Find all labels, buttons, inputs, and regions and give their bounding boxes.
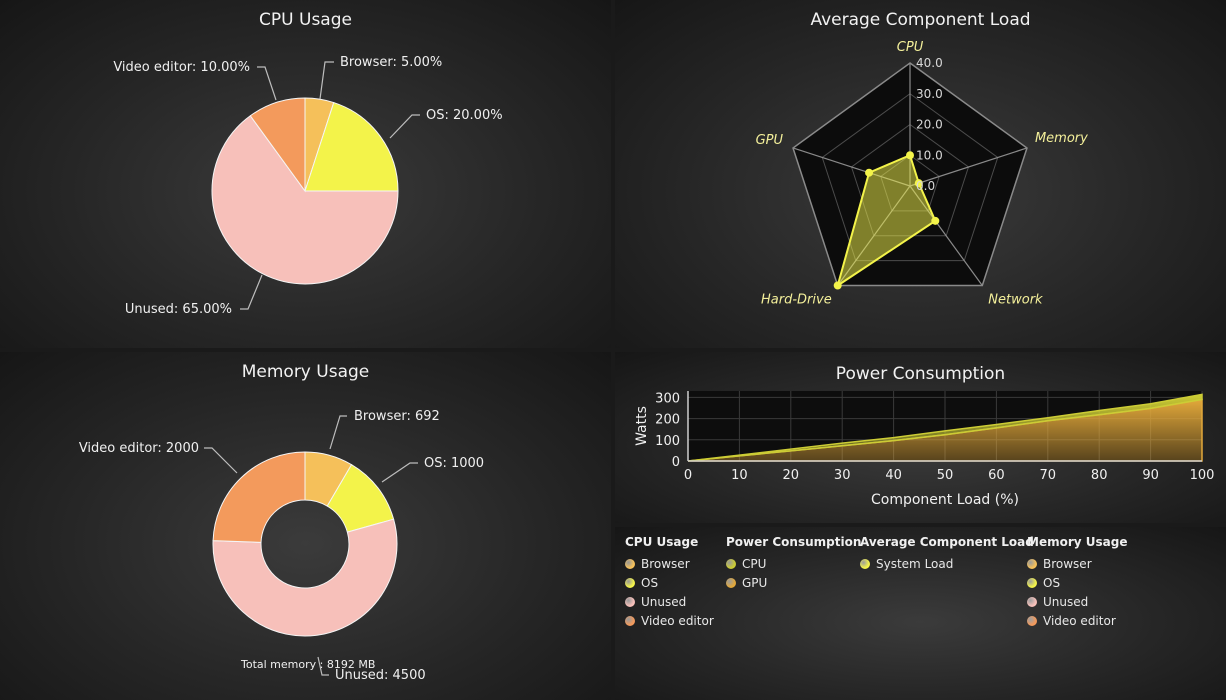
- mem-leader-browser: [329, 415, 347, 450]
- memory-total-label: Total memory : 8192 MB: [240, 658, 375, 671]
- legend-item-unused[interactable]: Unused: [625, 592, 714, 611]
- mem-label-video-editor: Video editor: 2000: [79, 441, 199, 456]
- mem-slice-video-editor: [212, 451, 306, 543]
- power-x-tick: 20: [783, 468, 800, 483]
- legend-swatch-icon: [860, 558, 870, 569]
- legend-group-title: CPU Usage: [625, 535, 699, 549]
- legend-swatch-icon: [726, 577, 736, 588]
- power-y-tick: 200: [655, 413, 680, 428]
- cpu-label-os: OS: 20.00%: [426, 108, 503, 123]
- legend-swatch-icon: [625, 577, 635, 588]
- radar-tick-label: 10.0: [916, 148, 943, 162]
- legend-group-title: Memory Usage: [1027, 535, 1128, 549]
- power-y-axis-label: Watts: [634, 406, 650, 446]
- radar-point-gpu: [865, 168, 874, 177]
- radar-tick-label: 30.0: [916, 87, 943, 101]
- power-x-axis-label: Component Load (%): [871, 492, 1019, 508]
- legend-item-cpu[interactable]: CPU: [726, 554, 861, 573]
- cpu-usage-panel: CPU Usage Browser: 5.00% OS: 20.00% Unused…: [0, 0, 611, 348]
- radar-axis-label-cpu: CPU: [897, 40, 924, 55]
- power-y-tick: 0: [672, 455, 680, 470]
- radar-axis-label-network: Network: [988, 293, 1043, 308]
- legend-swatch-icon: [726, 558, 736, 569]
- legend-item-unused[interactable]: Unused: [1027, 592, 1127, 611]
- cpu-leader-os: [389, 114, 420, 139]
- legend-group-power-consumption: Power Consumption CPU GPU: [726, 535, 861, 592]
- radar-axis-label-memory: Memory: [1035, 131, 1088, 146]
- power-consumption-chart: 0 10 20 30 40 50 60 70 80 90 100 0 100 200 300 Compone…: [634, 391, 1215, 508]
- legend-item-label: Video editor: [1043, 613, 1116, 628]
- mem-leader-video-editor: [204, 447, 238, 474]
- legend-item-os[interactable]: OS: [1027, 573, 1127, 592]
- legend-item-os[interactable]: OS: [625, 573, 714, 592]
- legend-swatch-icon: [1027, 558, 1037, 569]
- component-load-panel: Average Component Load 0.0 10.0 20.0 30.0 40…: [615, 0, 1226, 348]
- radar-tick-label: 0.0: [916, 179, 935, 193]
- component-load-radar: 0.0 10.0 20.0 30.0 40.0CPU Memory Network Hard-…: [756, 40, 1089, 308]
- cpu-leader-video-editor: [257, 66, 277, 101]
- legend-swatch-icon: [625, 558, 635, 569]
- legend-swatch-icon: [625, 596, 635, 607]
- cpu-usage-pie: Browser: 5.00% OS: 20.00% Unused: 65.00% Vi…: [113, 55, 503, 317]
- legend-item-gpu[interactable]: GPU: [726, 573, 861, 592]
- power-x-tick: 40: [885, 468, 902, 483]
- legend-swatch-icon: [1027, 577, 1037, 588]
- radar-axis-label-gpu: GPU: [756, 133, 784, 148]
- power-x-tick: 30: [834, 468, 851, 483]
- legend-item-browser[interactable]: Browser: [625, 554, 714, 573]
- mem-label-browser: Browser: 692: [354, 409, 440, 424]
- cpu-label-video-editor: Video editor: 10.00%: [113, 60, 250, 75]
- radar-axis-label-hard-drive: Hard-Drive: [761, 293, 832, 308]
- memory-usage-panel: Memory Usage Browser: 692 OS: 1000 Unused:…: [0, 352, 611, 700]
- legend-item-label: OS: [1043, 575, 1061, 590]
- legend-item-label: OS: [641, 575, 659, 590]
- power-x-tick: 90: [1142, 468, 1159, 483]
- legend-group-title: Average Component Load: [860, 535, 1034, 549]
- legend-swatch-icon: [625, 615, 635, 626]
- legend-item-video-editor[interactable]: Video editor: [1027, 611, 1127, 630]
- legend-item-label: Unused: [1043, 594, 1089, 609]
- power-consumption-panel: Power Consumption 0 10 20 30 40 50 60 70 80 90 100…: [615, 352, 1226, 523]
- legend-item-label: Unused: [641, 594, 687, 609]
- power-y-tick: 300: [655, 391, 680, 406]
- cpu-leader-unused: [240, 274, 263, 310]
- legend-item-system-load[interactable]: System Load: [860, 554, 1034, 573]
- legend-swatch-icon: [1027, 596, 1037, 607]
- legend-item-label: Browser: [641, 556, 690, 571]
- legend-item-label: System Load: [876, 556, 954, 571]
- legend-group-title: Power Consumption: [726, 535, 862, 549]
- legend-item-label: Video editor: [641, 613, 714, 628]
- radar-point-network: [931, 216, 940, 225]
- legend-item-label: GPU: [742, 575, 768, 590]
- legend-swatch-icon: [1027, 615, 1037, 626]
- cpu-label-unused: Unused: 65.00%: [125, 302, 232, 317]
- cpu-leader-browser: [319, 61, 334, 100]
- legend-group-average-component-load: Average Component Load System Load: [860, 535, 1034, 573]
- radar-tick-label: 20.0: [916, 118, 943, 132]
- mem-leader-os: [381, 462, 418, 483]
- power-x-tick: 10: [731, 468, 748, 483]
- legend-group-memory-usage: Memory Usage Browser OS Unused Video editor: [1027, 535, 1127, 630]
- mem-label-os: OS: 1000: [424, 456, 484, 471]
- legend-item-browser[interactable]: Browser: [1027, 554, 1127, 573]
- radar-point-hard-drive: [833, 281, 842, 290]
- radar-point-cpu: [906, 151, 914, 160]
- legend-group-cpu-usage: CPU Usage Browser OS Unused Video editor: [625, 535, 714, 630]
- legend-item-label: Browser: [1043, 556, 1092, 571]
- memory-usage-donut: Browser: 692OS: 1000Unused: 4500Video ed…: [79, 409, 484, 683]
- power-x-tick: 0: [684, 468, 692, 483]
- power-x-tick: 100: [1190, 468, 1215, 483]
- cpu-label-browser: Browser: 5.00%: [340, 55, 442, 70]
- legend-item-label: CPU: [742, 556, 767, 571]
- power-x-tick: 80: [1091, 468, 1108, 483]
- power-x-tick: 70: [1040, 468, 1057, 483]
- legend-panel: CPU Usage Browser OS Unused Video editor Powe…: [615, 527, 1226, 700]
- power-y-tick: 100: [655, 434, 680, 449]
- legend-item-video-editor[interactable]: Video editor: [625, 611, 714, 630]
- power-x-tick: 60: [988, 468, 1005, 483]
- radar-tick-label: 40.0: [916, 56, 943, 70]
- power-x-tick: 50: [937, 468, 954, 483]
